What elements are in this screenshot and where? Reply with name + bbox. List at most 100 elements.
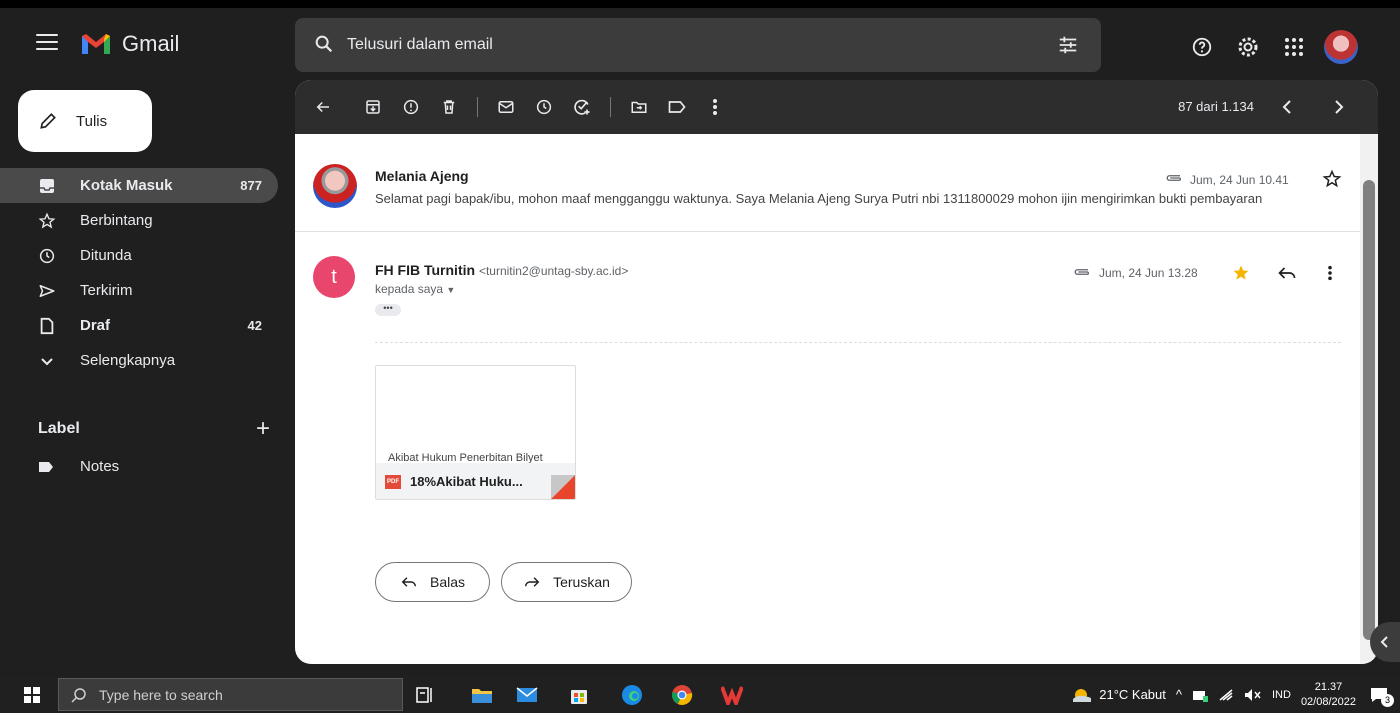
message-expanded: t FH FIB Turnitin <turnitin2@untag-sby.a… — [295, 232, 1360, 664]
sidebar-item-snoozed[interactable]: Ditunda — [0, 238, 278, 273]
store-app-icon[interactable] — [567, 683, 591, 707]
mark-unread-icon[interactable] — [496, 97, 516, 117]
compose-button[interactable]: Tulis — [18, 90, 152, 152]
search-options-icon[interactable] — [1057, 34, 1079, 56]
send-icon — [38, 282, 56, 300]
star-icon[interactable] — [1322, 169, 1342, 189]
chevron-up-icon: ^ — [1175, 687, 1182, 702]
sender-name: FH FIB Turnitin — [375, 262, 476, 278]
sidebar-nav: Kotak Masuk 877 Berbintang Ditunda Terki… — [0, 168, 280, 378]
show-trimmed-content-button[interactable]: ••• — [375, 304, 401, 316]
system-clock[interactable]: 21.37 02/08/2022 — [1301, 680, 1356, 710]
draft-icon — [38, 317, 56, 335]
volume-muted-icon[interactable] — [1244, 688, 1262, 702]
draft-count: 42 — [247, 318, 262, 333]
chevron-down-icon — [38, 352, 56, 370]
network-status-icon[interactable] — [1192, 688, 1208, 702]
weather-text: 21°C Kabut — [1099, 687, 1166, 702]
chrome-browser-icon[interactable] — [670, 683, 694, 707]
recipient-text: kepada saya — [375, 282, 444, 296]
delete-icon[interactable] — [439, 97, 459, 117]
attachment-clip-icon — [1074, 269, 1090, 275]
mail-app-icon[interactable] — [515, 683, 539, 707]
pagination-text: 87 dari 1.134 — [1178, 99, 1254, 114]
archive-icon[interactable] — [363, 97, 383, 117]
snooze-clock-icon[interactable] — [534, 97, 554, 117]
taskbar-search-placeholder: Type here to search — [99, 686, 223, 703]
reply-arrow-icon[interactable] — [1277, 264, 1297, 282]
sidebar-item-label: Draf — [80, 317, 111, 334]
add-label-button[interactable]: + — [256, 415, 270, 443]
recipient-details[interactable]: kepada saya ▼ — [375, 282, 455, 296]
sender-avatar[interactable] — [313, 164, 357, 208]
attachment-footer: PDF 18%Akibat Huku... — [376, 463, 575, 499]
sidebar-item-label: Terkirim — [80, 282, 133, 299]
labels-heading: Label + — [38, 415, 270, 443]
top-bar: Gmail — [0, 8, 1400, 80]
sidebar-label-notes[interactable]: Notes — [38, 458, 119, 475]
vpn-app-icon[interactable] — [720, 683, 744, 707]
message-collapsed[interactable]: Melania Ajeng Jum, 24 Jun 10.41 Selamat … — [295, 134, 1360, 232]
sender-line[interactable]: FH FIB Turnitin <turnitin2@untag-sby.ac.… — [375, 262, 628, 278]
label-tag-icon[interactable] — [667, 97, 687, 117]
search-icon[interactable] — [313, 33, 335, 55]
forward-button[interactable]: Teruskan — [501, 562, 632, 602]
chevron-right-icon[interactable] — [1328, 97, 1348, 117]
add-task-icon[interactable] — [572, 97, 592, 117]
settings-gear-icon[interactable] — [1236, 35, 1260, 59]
clock-date: 02/08/2022 — [1300, 695, 1356, 708]
sidebar-item-more[interactable]: Selengkapnya — [0, 343, 278, 378]
sender-name[interactable]: Melania Ajeng — [375, 168, 469, 184]
apps-grid-icon[interactable] — [1282, 35, 1306, 59]
pencil-icon — [40, 113, 56, 129]
file-explorer-icon[interactable] — [470, 683, 494, 707]
reply-arrow-icon — [400, 575, 418, 589]
sidebar-item-starred[interactable]: Berbintang — [0, 203, 278, 238]
attachment-divider — [375, 342, 1341, 343]
task-view-icon[interactable] — [413, 683, 437, 707]
sidebar-item-inbox[interactable]: Kotak Masuk 877 — [0, 168, 278, 203]
more-vert-icon[interactable] — [1327, 265, 1333, 281]
sidebar-item-label: Ditunda — [80, 247, 132, 264]
account-avatar[interactable] — [1324, 30, 1358, 64]
chevron-left-icon — [1380, 636, 1388, 648]
more-vert-icon[interactable] — [705, 97, 725, 117]
sidebar-item-sent[interactable]: Terkirim — [0, 273, 278, 308]
scrollbar[interactable] — [1360, 134, 1378, 664]
clock-icon — [38, 247, 56, 265]
attachment-card[interactable]: Akibat Hukum Penerbitan Bilyet PDF 18%Ak… — [375, 365, 576, 500]
help-icon[interactable] — [1190, 35, 1214, 59]
message-date: Jum, 24 Jun 10.41 — [1190, 173, 1289, 187]
star-filled-icon[interactable] — [1231, 263, 1251, 283]
reply-button[interactable]: Balas — [375, 562, 490, 602]
weather-widget[interactable]: 21°C Kabut — [1071, 687, 1166, 703]
search-icon — [71, 687, 86, 703]
edge-browser-icon[interactable] — [620, 683, 644, 707]
show-hidden-icons-chevron[interactable]: ^ — [1176, 687, 1182, 702]
sidebar-item-drafts[interactable]: Draf 42 — [0, 308, 278, 343]
back-arrow-icon[interactable] — [313, 97, 333, 117]
windows-start-button[interactable] — [14, 676, 50, 713]
gmail-window: Gmail Tulis Kotak Masuk 877 Berbintang — [0, 8, 1400, 676]
notification-center-button[interactable]: 3 — [1370, 687, 1394, 707]
label-icon — [39, 461, 53, 472]
sender-email: <turnitin2@untag-sby.ac.id> — [478, 264, 629, 278]
main-menu-button[interactable] — [36, 34, 58, 52]
attachment-clip-icon — [1166, 175, 1182, 181]
chevron-left-icon[interactable] — [1278, 97, 1298, 117]
message-snippet: Selamat pagi bapak/ibu, mohon maaf mengg… — [375, 191, 1263, 206]
report-spam-icon[interactable] — [401, 97, 421, 117]
move-to-icon[interactable] — [629, 97, 649, 117]
sender-avatar[interactable]: t — [313, 256, 355, 298]
input-language[interactable]: IND — [1272, 689, 1291, 701]
notification-count-badge: 3 — [1381, 693, 1394, 707]
taskbar-search-box[interactable]: Type here to search — [58, 678, 403, 711]
forward-arrow-icon — [523, 575, 541, 589]
gmail-logo[interactable]: Gmail — [80, 30, 179, 58]
search-input[interactable] — [347, 32, 1027, 58]
sidebar-item-label: Kotak Masuk — [80, 177, 173, 194]
message-view: 87 dari 1.134 Melania Ajeng Jum, 24 Jun … — [295, 80, 1378, 664]
scrollbar-thumb[interactable] — [1363, 180, 1375, 640]
compose-label: Tulis — [76, 112, 108, 130]
wifi-icon[interactable] — [1218, 688, 1234, 702]
